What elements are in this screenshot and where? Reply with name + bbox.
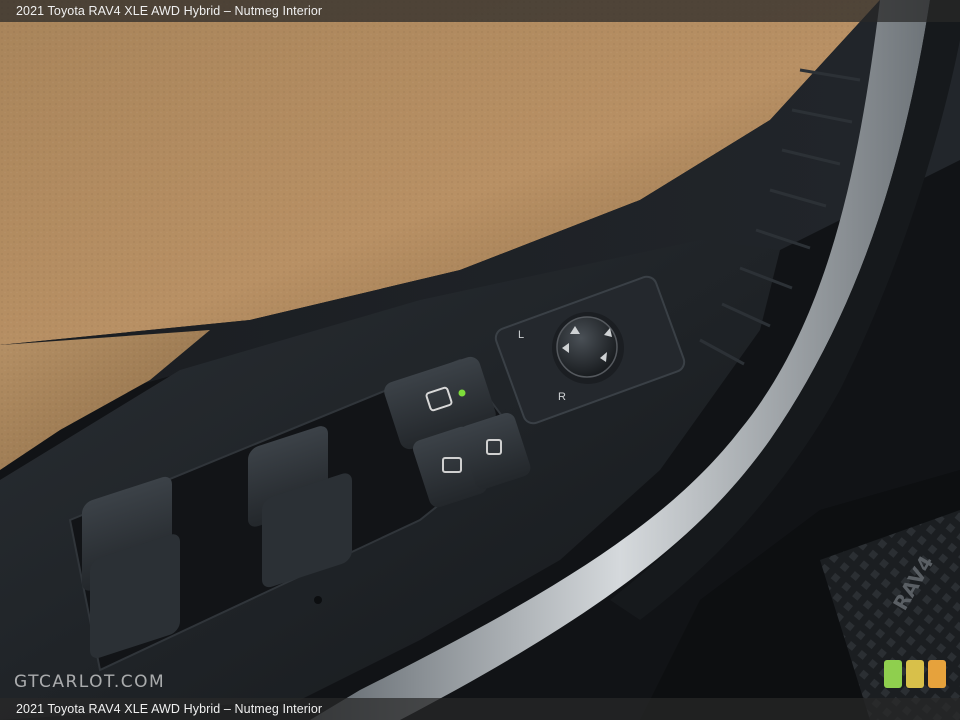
mirror-label-right: R (558, 391, 566, 403)
door-panel-photo: L R RAV4 (0, 0, 960, 720)
photo-viewer: L R RAV4 2021 Toyota RAV4 XLE AWD Hybrid… (0, 0, 960, 720)
window-switch-rear-left (82, 476, 180, 659)
gtcarlot-logo-icon (884, 660, 946, 688)
gtcarlot-watermark: GTCARLOT.COM (14, 672, 166, 692)
caption-bottom: 2021 Toyota RAV4 XLE AWD Hybrid – Nutmeg… (0, 698, 960, 720)
mirror-label-left: L (518, 329, 524, 341)
caption-top: 2021 Toyota RAV4 XLE AWD Hybrid – Nutmeg… (0, 0, 960, 22)
